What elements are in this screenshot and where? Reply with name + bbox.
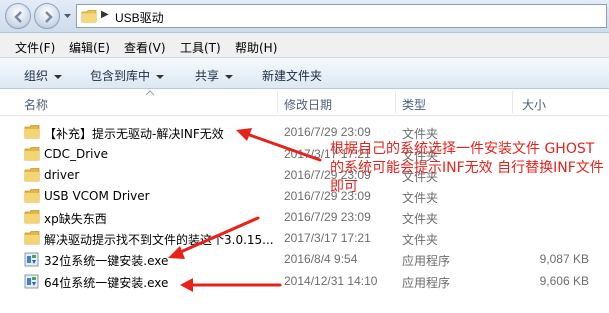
annotation-arrowhead xyxy=(180,278,193,292)
annotation-arrow xyxy=(174,216,260,256)
annotation-arrowhead xyxy=(168,246,185,259)
annotation-arrow xyxy=(242,131,322,162)
annotation-note: 根据自己的系统选择一件安装文件 GHOST的系统可能会提示INF无效 自行替换I… xyxy=(330,141,604,195)
